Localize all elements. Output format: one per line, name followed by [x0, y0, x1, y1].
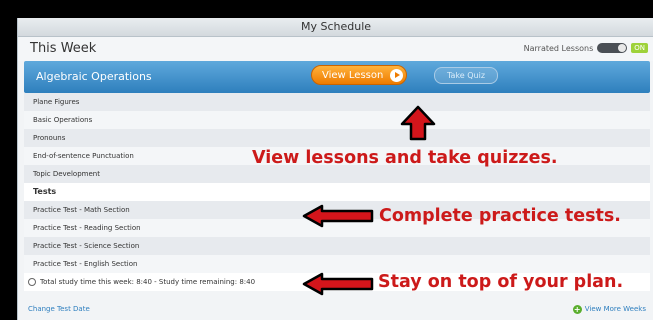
footer: Change Test Date + View More Weeks [24, 300, 650, 318]
left-arrow-icon [302, 204, 374, 228]
callout-plan: Stay on top of your plan. [378, 272, 624, 292]
lesson-item[interactable]: Basic Operations [24, 111, 650, 129]
view-more-weeks-label: View More Weeks [584, 305, 646, 313]
window-title: My Schedule [18, 18, 653, 37]
play-icon [390, 69, 403, 82]
narrated-toggle[interactable] [597, 43, 628, 53]
narrated-lessons: Narrated Lessons ON [524, 43, 648, 53]
schedule-list: Plane Figures Basic Operations Pronouns … [24, 93, 650, 291]
narrated-label: Narrated Lessons [523, 43, 594, 53]
current-lesson-bar: Algebraic Operations View Lesson Take Qu… [24, 61, 650, 93]
plus-icon: + [572, 304, 582, 314]
change-test-date-link[interactable]: Change Test Date [28, 300, 90, 318]
view-lesson-button[interactable]: View Lesson [311, 65, 407, 85]
current-lesson-title: Algebraic Operations [36, 70, 152, 83]
study-time-text: Total study time this week: 8:40 - Study… [40, 278, 256, 286]
callout-lessons: View lessons and take quizzes. [252, 148, 558, 168]
view-lesson-label: View Lesson [322, 70, 384, 81]
clock-icon [28, 278, 36, 286]
take-quiz-button[interactable]: Take Quiz [434, 67, 498, 84]
toggle-knob [618, 44, 627, 52]
view-more-weeks-link[interactable]: + View More Weeks [572, 300, 646, 318]
week-title: This Week [30, 41, 97, 56]
week-header: This Week Narrated Lessons ON [18, 37, 653, 61]
test-item[interactable]: Practice Test - Science Section [24, 237, 650, 255]
callout-tests: Complete practice tests. [379, 206, 621, 226]
test-item[interactable]: Practice Test - English Section [24, 255, 650, 273]
up-arrow-icon [400, 105, 436, 141]
lesson-item[interactable]: Plane Figures [24, 93, 650, 111]
narrated-state-badge: ON [631, 43, 648, 53]
lesson-item[interactable]: Pronouns [24, 129, 650, 147]
left-arrow-icon [302, 272, 374, 296]
tests-heading: Tests [24, 183, 650, 201]
